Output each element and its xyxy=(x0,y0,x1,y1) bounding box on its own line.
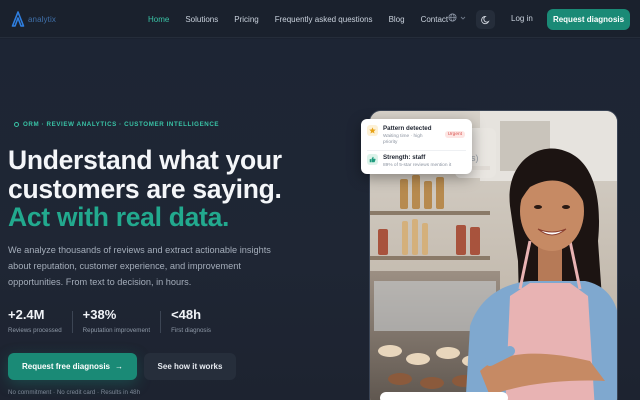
insight-divider xyxy=(367,150,466,151)
hero-stats: +2.4M Reviews processed +38% Reputation … xyxy=(8,307,221,334)
urgent-badge: Urgent xyxy=(444,131,465,138)
insight-pattern: Pattern detected Waiting time · high pri… xyxy=(367,125,431,146)
insight-text: Pattern detected Waiting time · high pri… xyxy=(383,125,431,146)
insight-desc-2: priority xyxy=(383,140,398,145)
hero-headline: Understand what your customers are sayin… xyxy=(8,146,348,232)
nav-pricing[interactable]: Pricing xyxy=(234,15,258,24)
moon-icon xyxy=(480,15,490,24)
stat-value: <48h xyxy=(171,307,202,322)
chevron-down-icon xyxy=(460,16,466,20)
stat-reputation: +38% Reputation improvement xyxy=(83,307,160,334)
hero-fineprint: No commitment · No credit card · Results… xyxy=(8,389,141,396)
nav-faq[interactable]: Frequently asked questions xyxy=(275,15,373,24)
bottom-floating-card xyxy=(380,392,508,400)
stat-value: +2.4M xyxy=(8,307,45,322)
stat-value: +38% xyxy=(82,307,117,322)
stat-label: Reviews processed xyxy=(8,327,62,334)
language-selector[interactable] xyxy=(448,13,466,22)
request-diagnosis-button[interactable]: Request diagnosis xyxy=(547,9,630,30)
stat-reviews: +2.4M Reviews processed xyxy=(8,307,72,334)
hero-eyebrow: ORM · REVIEW ANALYTICS · CUSTOMER INTELL… xyxy=(14,121,219,128)
insight-desc: 89% of 5-star reviews mention it xyxy=(383,163,452,168)
logo-icon xyxy=(11,11,25,27)
headline-line-2: customers are saying. xyxy=(8,173,282,204)
insight-text: Strength: staff 89% of 5-star reviews me… xyxy=(383,154,451,169)
nav-blog[interactable]: Blog xyxy=(389,15,405,24)
insights-card: Pattern detected Waiting time · high pri… xyxy=(361,119,472,174)
logo-text: analytix xyxy=(28,14,56,24)
cta-primary-label: Request free diagnosis xyxy=(21,362,111,371)
theme-toggle-button[interactable] xyxy=(476,10,495,29)
globe-icon xyxy=(448,13,457,22)
top-navbar: analytix Home Solutions Pricing Frequent… xyxy=(0,0,640,38)
hero-subtitle: We analyze thousands of reviews and extr… xyxy=(8,245,271,287)
background-card-text: s) xyxy=(471,153,479,163)
arrow-right-icon: → xyxy=(115,362,124,371)
insight-title: Strength: staff xyxy=(383,154,426,161)
nav-home[interactable]: Home xyxy=(148,15,169,24)
stat-diagnosis: <48h First diagnosis xyxy=(171,307,221,334)
nav-solutions[interactable]: Solutions xyxy=(185,15,218,24)
star-icon xyxy=(367,125,378,136)
request-free-diagnosis-button[interactable]: Request free diagnosis → xyxy=(8,353,137,380)
thumbs-up-icon xyxy=(367,154,378,165)
headline-line-1: Understand what your xyxy=(8,145,282,175)
eyebrow-dot-icon xyxy=(14,122,19,127)
insight-strength: Strength: staff 89% of 5-star reviews me… xyxy=(367,154,451,169)
stat-divider xyxy=(160,311,162,333)
eyebrow-text: ORM · REVIEW ANALYTICS · CUSTOMER INTELL… xyxy=(23,121,220,128)
see-how-it-works-button[interactable]: See how it works xyxy=(144,353,236,380)
login-link[interactable]: Log in xyxy=(511,14,533,23)
stat-label: Reputation improvement xyxy=(82,327,151,334)
insight-title: Pattern detected xyxy=(383,125,432,132)
stat-label: First diagnosis xyxy=(171,327,211,334)
stat-divider xyxy=(71,311,73,333)
headline-accent: Act with real data. xyxy=(8,202,230,232)
logo[interactable]: analytix xyxy=(11,11,56,27)
nav-contact[interactable]: Contact xyxy=(421,15,449,24)
nav-links: Home Solutions Pricing Frequently asked … xyxy=(148,0,464,38)
